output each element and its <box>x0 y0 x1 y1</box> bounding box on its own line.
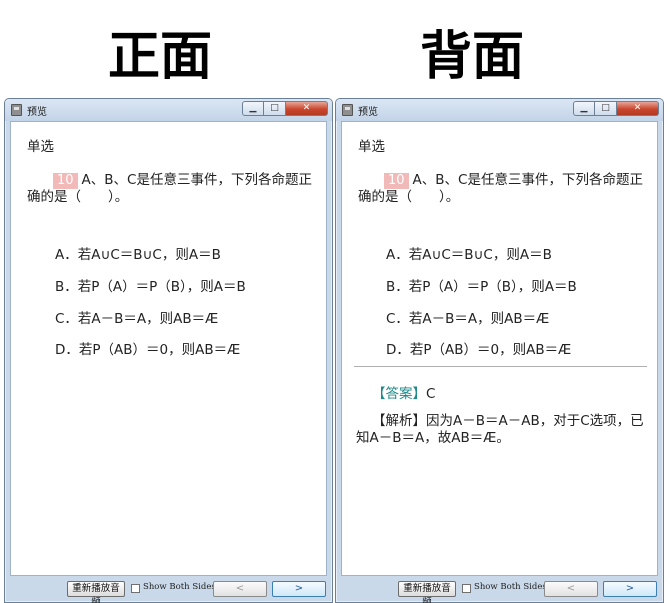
analysis: 【解析】因为A－B＝A－AB，对于C选项，已知A－B＝A，故AB＝Æ。 <box>356 413 652 447</box>
app-icon <box>342 104 353 116</box>
show-both-sides-label: Show Both Sides <box>474 582 547 592</box>
title-bar[interactable]: 预览 ▁ □ ✕ <box>5 99 332 121</box>
title-bar[interactable]: 预览 ▁ □ ✕ <box>336 99 663 121</box>
option-c: C．若A－B＝A，则AB＝Æ <box>55 311 219 327</box>
divider <box>354 366 647 367</box>
show-both-sides-checkbox[interactable] <box>131 584 140 593</box>
show-both-sides-label: Show Both Sides <box>143 582 216 592</box>
window-title: 预览 <box>27 107 47 118</box>
previous-button[interactable]: < <box>213 581 267 597</box>
option-d: D．若P（AB）＝0，则AB＝Æ <box>55 342 241 358</box>
next-button[interactable]: > <box>603 581 657 597</box>
heading-front: 正面 <box>107 26 212 87</box>
heading-back: 背面 <box>419 26 524 87</box>
bottom-bar: 重新播放音频 Show Both Sides < > <box>341 577 658 603</box>
option-a: A．若A∪C＝B∪C，则A＝B <box>55 247 221 263</box>
show-both-sides-checkbox[interactable] <box>462 584 471 593</box>
close-button[interactable]: ✕ <box>617 101 659 116</box>
question-number: 10 <box>384 173 409 189</box>
next-button[interactable]: > <box>272 581 326 597</box>
question-type: 单选 <box>27 139 54 155</box>
question-type: 单选 <box>358 139 385 155</box>
minimize-button[interactable]: ▁ <box>573 101 595 116</box>
close-button[interactable]: ✕ <box>286 101 328 116</box>
answer-tag: 【答案】 <box>372 386 426 402</box>
preview-window-front: 预览 ▁ □ ✕ 单选 10 A、B、C是任意三事件，下列各命题正确的是（ ）。 … <box>4 98 333 603</box>
option-b: B．若P（A）＝P（B），则A＝B <box>386 279 577 295</box>
maximize-button[interactable]: □ <box>595 101 617 116</box>
window-title: 预览 <box>358 107 378 118</box>
preview-window-back: 预览 ▁ □ ✕ 单选 10 A、B、C是任意三事件，下列各命题正确的是（ ）。 … <box>335 98 664 603</box>
app-icon <box>11 104 22 116</box>
option-a: A．若A∪C＝B∪C，则A＝B <box>386 247 552 263</box>
replay-audio-button[interactable]: 重新播放音频 <box>398 581 456 603</box>
option-b: B．若P（A）＝P（B），则A＝B <box>55 279 246 295</box>
answer-value: C <box>426 386 436 402</box>
analysis-tag: 【解析】 <box>372 413 426 429</box>
card-content: 单选 10 A、B、C是任意三事件，下列各命题正确的是（ ）。 A．若A∪C＝B∪… <box>341 121 658 576</box>
answer: 【答案】C <box>372 382 435 402</box>
maximize-button[interactable]: □ <box>264 101 286 116</box>
card-content: 单选 10 A、B、C是任意三事件，下列各命题正确的是（ ）。 A．若A∪C＝B∪… <box>10 121 327 576</box>
option-d: D．若P（AB）＝0，则AB＝Æ <box>386 342 572 358</box>
question-number: 10 <box>53 173 78 189</box>
option-c: C．若A－B＝A，则AB＝Æ <box>386 311 550 327</box>
minimize-button[interactable]: ▁ <box>242 101 264 116</box>
question-stem: 10 A、B、C是任意三事件，下列各命题正确的是（ ）。 <box>27 172 317 206</box>
previous-button[interactable]: < <box>544 581 598 597</box>
question-stem: 10 A、B、C是任意三事件，下列各命题正确的是（ ）。 <box>358 172 648 206</box>
replay-audio-button[interactable]: 重新播放音频 <box>67 581 125 603</box>
bottom-bar: 重新播放音频 Show Both Sides < > <box>10 577 327 603</box>
